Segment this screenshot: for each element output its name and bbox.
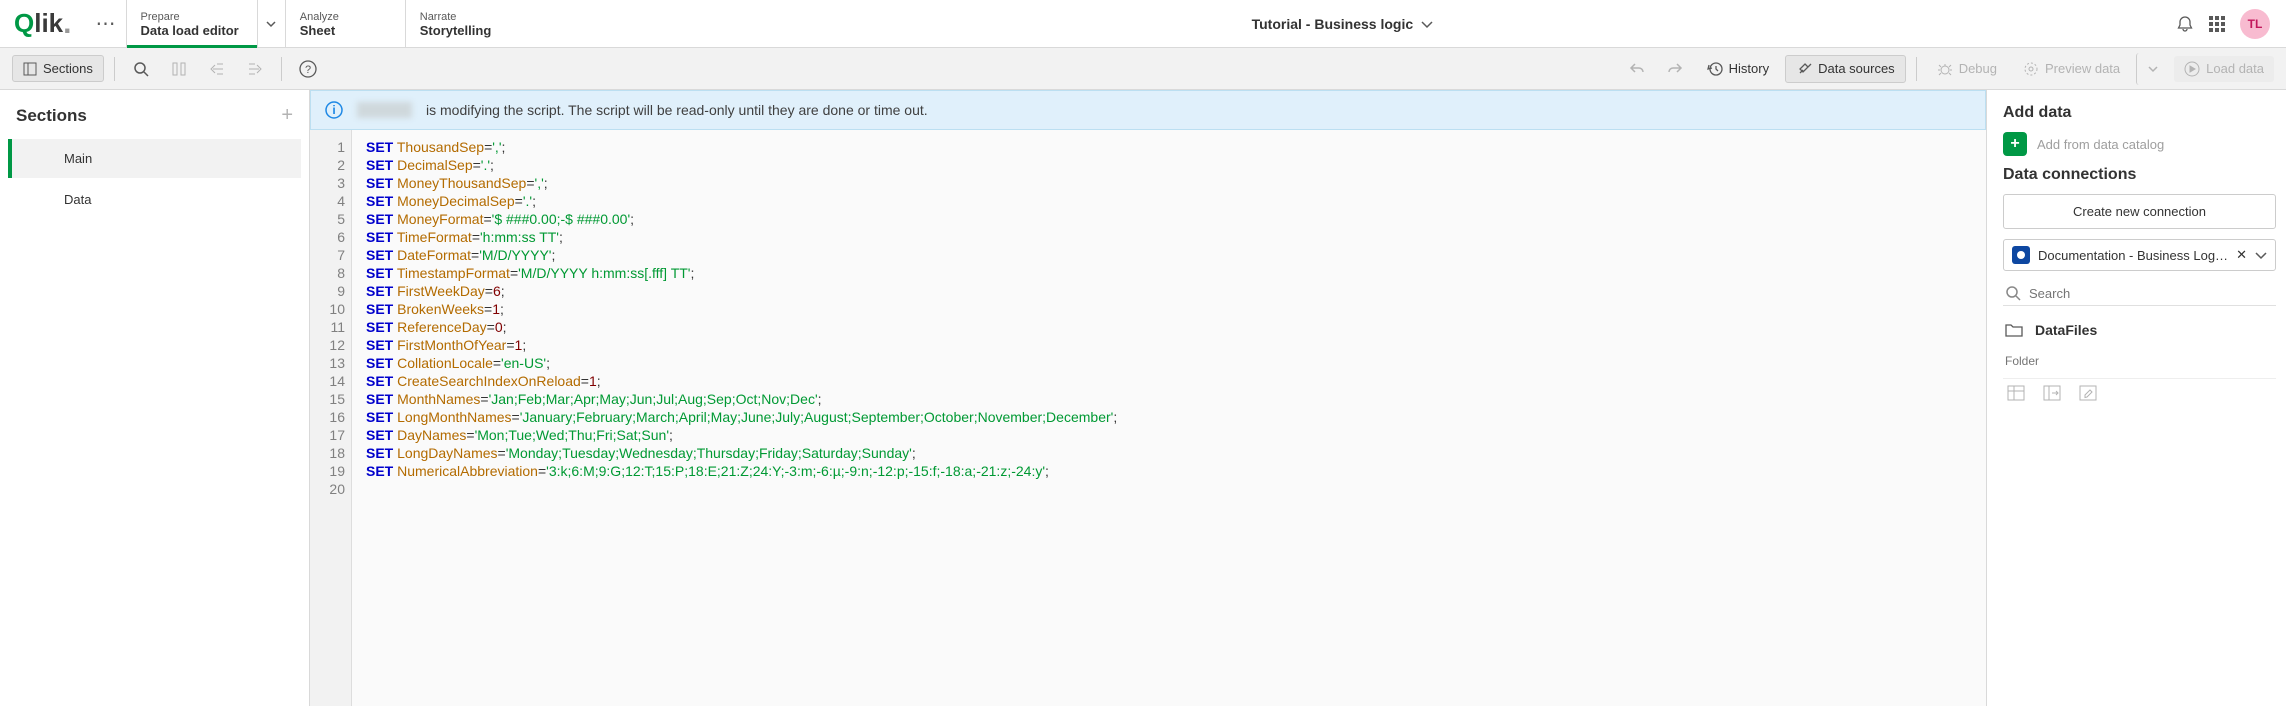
data-sources-label: Data sources	[1818, 61, 1895, 76]
tab-big-label: Storytelling	[420, 23, 492, 38]
app-title[interactable]: Tutorial - Business logic	[525, 0, 2160, 47]
debug-button[interactable]: Debug	[1927, 56, 2007, 82]
divider	[114, 57, 115, 81]
svg-text:i: i	[332, 103, 335, 117]
divider	[1916, 57, 1917, 81]
search-input[interactable]	[2029, 286, 2274, 301]
debug-label: Debug	[1959, 61, 1997, 76]
sections-toggle-button[interactable]: Sections	[12, 55, 104, 82]
redo-icon	[1667, 61, 1683, 77]
tab-small-label: Analyze	[300, 11, 387, 23]
connection-item[interactable]: Documentation - Business Logic ... ✕	[2003, 239, 2276, 271]
preview-label: Preview data	[2045, 61, 2120, 76]
comment-icon	[171, 61, 187, 77]
svg-text:?: ?	[305, 64, 311, 76]
select-data-icon[interactable]	[2007, 385, 2025, 401]
connection-action-icons	[2003, 378, 2276, 407]
folder-icon	[2005, 322, 2023, 338]
folder-item[interactable]: DataFiles	[2003, 316, 2276, 344]
sections-label: Sections	[43, 61, 93, 76]
info-icon: i	[325, 101, 343, 119]
chevron-down-icon[interactable]	[2255, 249, 2267, 261]
insert-script-icon[interactable]	[2043, 385, 2061, 401]
comment-button[interactable]	[163, 53, 195, 85]
nav-tabs: Prepare Data load editorAnalyze SheetNar…	[126, 0, 525, 47]
readonly-banner: i is modifying the script. The script wi…	[310, 90, 1986, 130]
edit-connection-icon[interactable]	[2079, 385, 2097, 401]
editor-area: i is modifying the script. The script wi…	[310, 90, 1986, 706]
app-title-label: Tutorial - Business logic	[1252, 16, 1414, 32]
bell-icon[interactable]	[2176, 15, 2194, 33]
tab-small-label: Narrate	[420, 11, 507, 23]
chevron-down-icon	[1421, 18, 1433, 30]
connection-icon	[2012, 246, 2030, 264]
outdent-icon	[209, 61, 225, 77]
section-item-main[interactable]: Main	[8, 139, 301, 178]
redo-button[interactable]	[1659, 53, 1691, 85]
indent-icon	[247, 61, 263, 77]
play-icon	[2184, 61, 2200, 77]
connection-name-label: Documentation - Business Logic ...	[2038, 248, 2228, 263]
banner-text: is modifying the script. The script will…	[426, 102, 928, 118]
nav-tab-sheet[interactable]: Analyze Sheet	[285, 0, 405, 47]
user-avatar[interactable]: TL	[2240, 9, 2270, 39]
search-button[interactable]	[125, 53, 157, 85]
undo-button[interactable]	[1621, 53, 1653, 85]
preview-icon	[2023, 61, 2039, 77]
panel-icon	[23, 62, 37, 76]
help-button[interactable]: ?	[292, 53, 324, 85]
history-button[interactable]: History	[1697, 56, 1779, 82]
redacted-name	[357, 102, 412, 118]
tab-big-label: Sheet	[300, 23, 335, 38]
close-icon[interactable]: ✕	[2236, 247, 2247, 263]
folder-type-label: Folder	[2003, 354, 2276, 368]
connection-search[interactable]	[2003, 281, 2276, 306]
chevron-down-icon	[2148, 64, 2158, 74]
main-area: Sections + MainData i is modifying the s…	[0, 90, 2286, 706]
plus-icon: +	[2003, 132, 2027, 156]
chevron-down-icon	[266, 19, 276, 29]
history-label: History	[1729, 61, 1769, 76]
tab-big-label: Data load editor	[141, 23, 239, 38]
load-label: Load data	[2206, 61, 2264, 76]
undo-icon	[1629, 61, 1645, 77]
script-editor[interactable]: 1234567891011121314151617181920 SET Thou…	[310, 130, 1986, 706]
add-catalog-label: Add from data catalog	[2037, 137, 2164, 152]
section-item-data[interactable]: Data	[8, 180, 301, 219]
sections-sidebar: Sections + MainData	[0, 90, 310, 706]
top-bar: Qlik. ⋯ Prepare Data load editor Analyze …	[0, 0, 2286, 48]
outdent-button[interactable]	[201, 53, 233, 85]
toolbar: Sections ? History Data sources Debug Pr…	[0, 48, 2286, 90]
sidebar-title: Sections	[16, 106, 87, 126]
plug-icon	[1796, 61, 1812, 77]
folder-name-label: DataFiles	[2035, 322, 2097, 338]
connections-title: Data connections	[2003, 166, 2276, 184]
topbar-right: TL	[2160, 0, 2286, 47]
tab-small-label: Prepare	[141, 11, 239, 23]
preview-button[interactable]: Preview data	[2013, 56, 2130, 82]
nav-tab-storytelling[interactable]: Narrate Storytelling	[405, 0, 525, 47]
help-icon: ?	[299, 60, 317, 78]
indent-button[interactable]	[239, 53, 271, 85]
load-data-button[interactable]: Load data	[2174, 56, 2274, 82]
add-section-button[interactable]: +	[281, 104, 293, 127]
line-gutter: 1234567891011121314151617181920	[310, 130, 352, 706]
tab-chevron[interactable]	[257, 0, 285, 47]
bug-icon	[1937, 61, 1953, 77]
preview-dropdown[interactable]	[2136, 53, 2168, 85]
code-content: SET ThousandSep=','; SET DecimalSep='.';…	[352, 130, 1117, 706]
divider	[281, 57, 282, 81]
search-icon	[2005, 285, 2021, 301]
global-menu-icon[interactable]: ⋯	[86, 0, 126, 47]
search-icon	[133, 61, 149, 77]
grid-icon[interactable]	[2208, 15, 2226, 33]
history-icon	[1707, 61, 1723, 77]
data-sources-button[interactable]: Data sources	[1785, 55, 1906, 83]
data-sources-panel: Add data + Add from data catalog Data co…	[1986, 90, 2286, 706]
qlik-logo[interactable]: Qlik.	[0, 0, 86, 47]
create-connection-button[interactable]: Create new connection	[2003, 194, 2276, 229]
add-data-title: Add data	[2003, 104, 2276, 122]
nav-tab-data-load-editor[interactable]: Prepare Data load editor	[126, 0, 257, 47]
add-from-catalog-button[interactable]: + Add from data catalog	[2003, 132, 2276, 156]
